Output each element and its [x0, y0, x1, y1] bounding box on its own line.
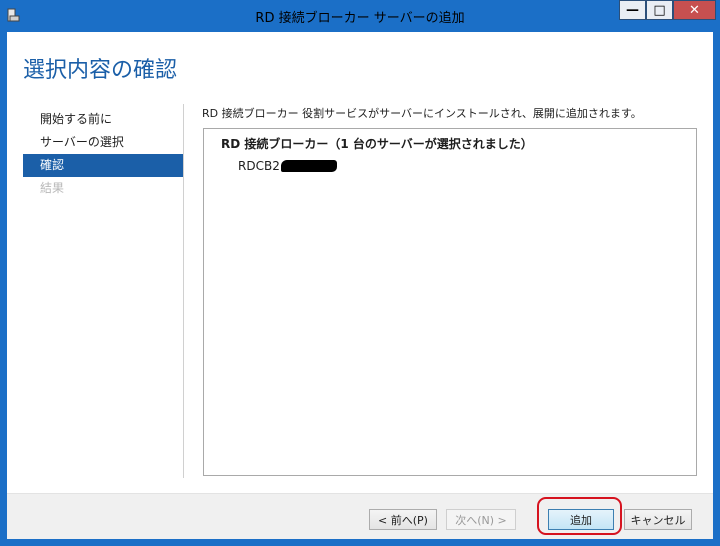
- redacted-server-suffix: [280, 160, 337, 172]
- confirmation-description: RD 接続ブローカー 役割サービスがサーバーにインストールされ、展開に追加されま…: [202, 107, 642, 120]
- window-title: RD 接続ブローカー サーバーの追加: [255, 11, 465, 26]
- nav-item-before-you-begin[interactable]: 開始する前に: [23, 108, 183, 131]
- server-name: RDCB2: [238, 159, 280, 173]
- minimize-button[interactable]: —: [619, 0, 646, 20]
- next-button: 次へ(N) >: [446, 509, 516, 530]
- wizard-steps-nav: 開始する前に サーバーの選択 確認 結果: [23, 108, 183, 200]
- maximize-button[interactable]: □: [646, 0, 673, 20]
- nav-divider: [183, 104, 184, 478]
- page-title: 選択内容の確認: [23, 58, 178, 83]
- dialog-window: RD 接続ブローカー サーバーの追加 — □ ✕ 選択内容の確認 開始する前に …: [0, 0, 720, 546]
- selection-summary-box: RD 接続ブローカー（1 台のサーバーが選択されました） RDCB2: [203, 128, 697, 476]
- title-bar[interactable]: RD 接続ブローカー サーバーの追加 — □ ✕: [0, 0, 720, 32]
- dialog-content: 選択内容の確認 開始する前に サーバーの選択 確認 結果 RD 接続ブローカー …: [7, 32, 713, 539]
- cancel-button[interactable]: キャンセル: [624, 509, 692, 530]
- add-button[interactable]: 追加: [548, 509, 614, 530]
- close-button[interactable]: ✕: [673, 0, 716, 20]
- nav-item-results: 結果: [40, 181, 65, 195]
- server-entry: RDCB2: [238, 159, 337, 173]
- nav-item-confirmation[interactable]: 確認: [23, 154, 183, 177]
- role-heading: RD 接続ブローカー（1 台のサーバーが選択されました）: [221, 137, 533, 151]
- nav-item-server-selection[interactable]: サーバーの選択: [23, 131, 183, 154]
- button-bar: < 前へ(P) 次へ(N) > 追加 キャンセル: [7, 494, 713, 539]
- previous-button[interactable]: < 前へ(P): [369, 509, 437, 530]
